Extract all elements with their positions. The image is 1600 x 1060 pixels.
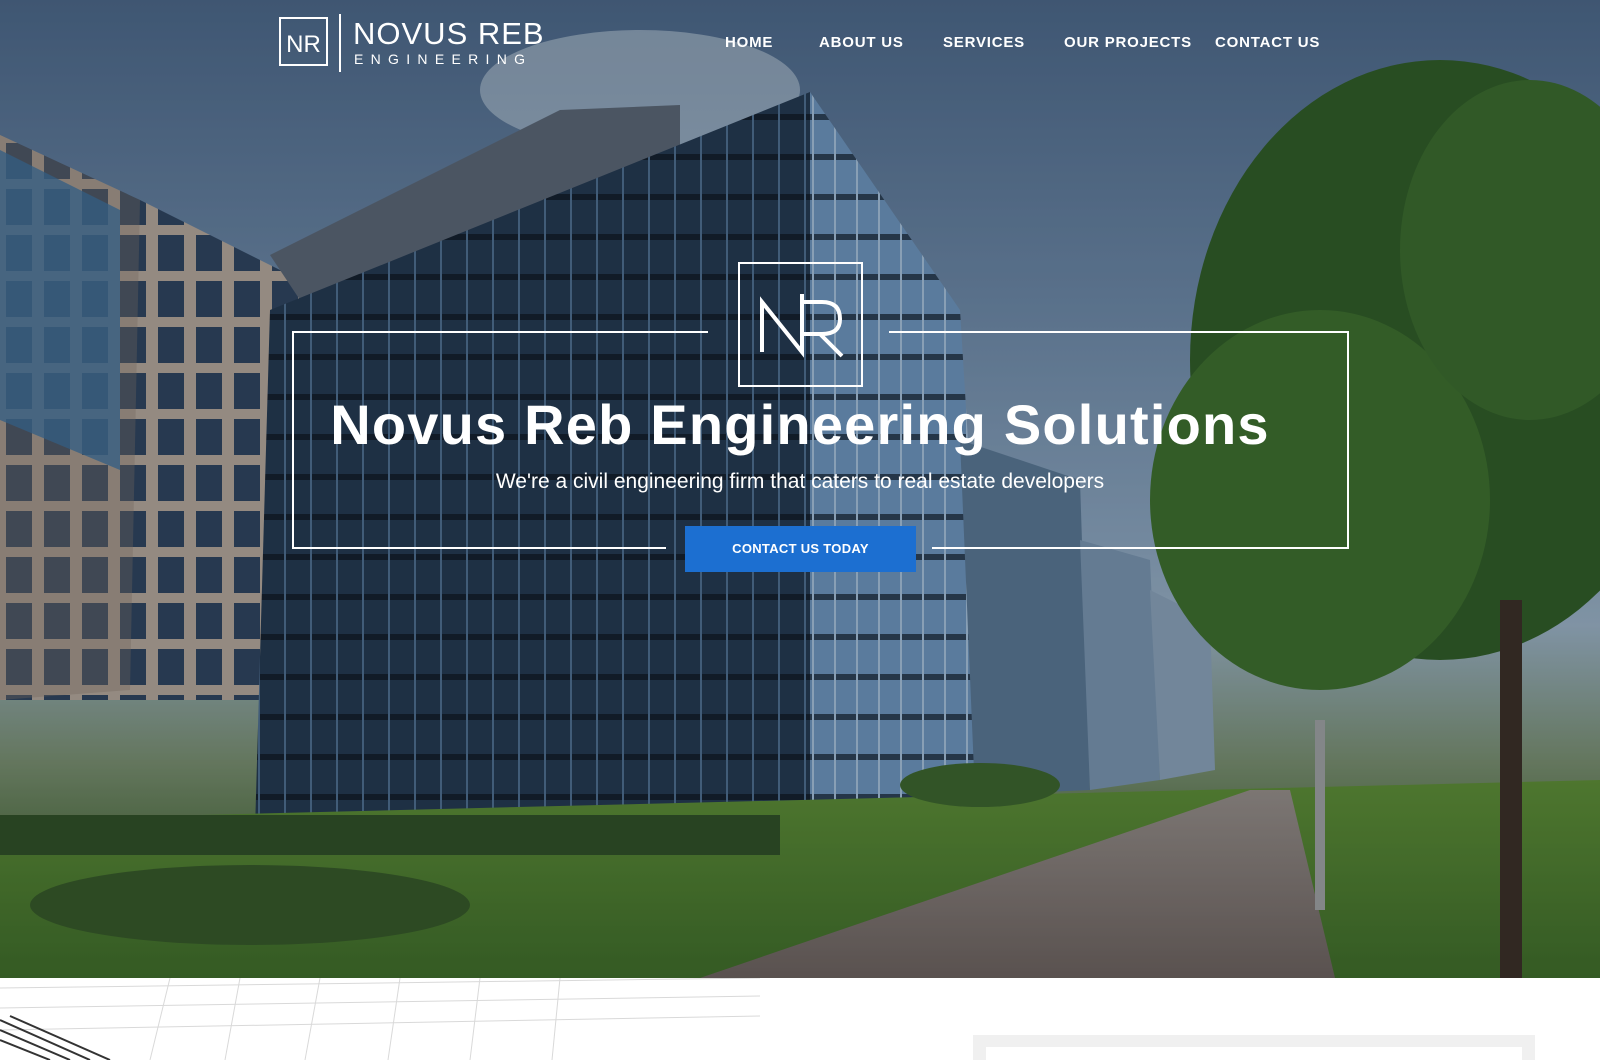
nav-item-home[interactable]: HOME: [725, 33, 773, 53]
nav-item-our-projects[interactable]: OUR PROJECTS: [1064, 33, 1192, 53]
content-card-inner: [986, 1047, 1522, 1060]
hero-frame-top-right: [889, 331, 1349, 333]
hero-title: Novus Reb Engineering Solutions: [330, 393, 1270, 456]
nav-item-services[interactable]: SERVICES: [943, 33, 1025, 53]
blueprint-lines-decoration: [0, 978, 760, 1060]
hero-monogram-icon: [738, 262, 863, 387]
hero-frame-bottom-right: [932, 547, 1349, 549]
main-nav: HOME ABOUT US SERVICES OUR PROJECTS CONT…: [0, 33, 1600, 53]
contact-us-today-button[interactable]: CONTACT US TODAY: [685, 526, 916, 572]
hero-subtitle: We're a civil engineering firm that cate…: [495, 470, 1105, 493]
lower-section: [0, 978, 1600, 1060]
nav-item-about-us[interactable]: ABOUT US: [819, 33, 904, 53]
logo-tagline: ENGINEERING: [354, 51, 533, 67]
hero-frame-top-left: [292, 331, 708, 333]
hero-section: NR NOVUS REB ENGINEERING HOME ABOUT US S…: [0, 0, 1600, 978]
hero-frame-bottom-left: [292, 547, 666, 549]
content-card: [973, 1035, 1535, 1060]
nav-item-contact-us[interactable]: CONTACT US: [1215, 33, 1320, 53]
